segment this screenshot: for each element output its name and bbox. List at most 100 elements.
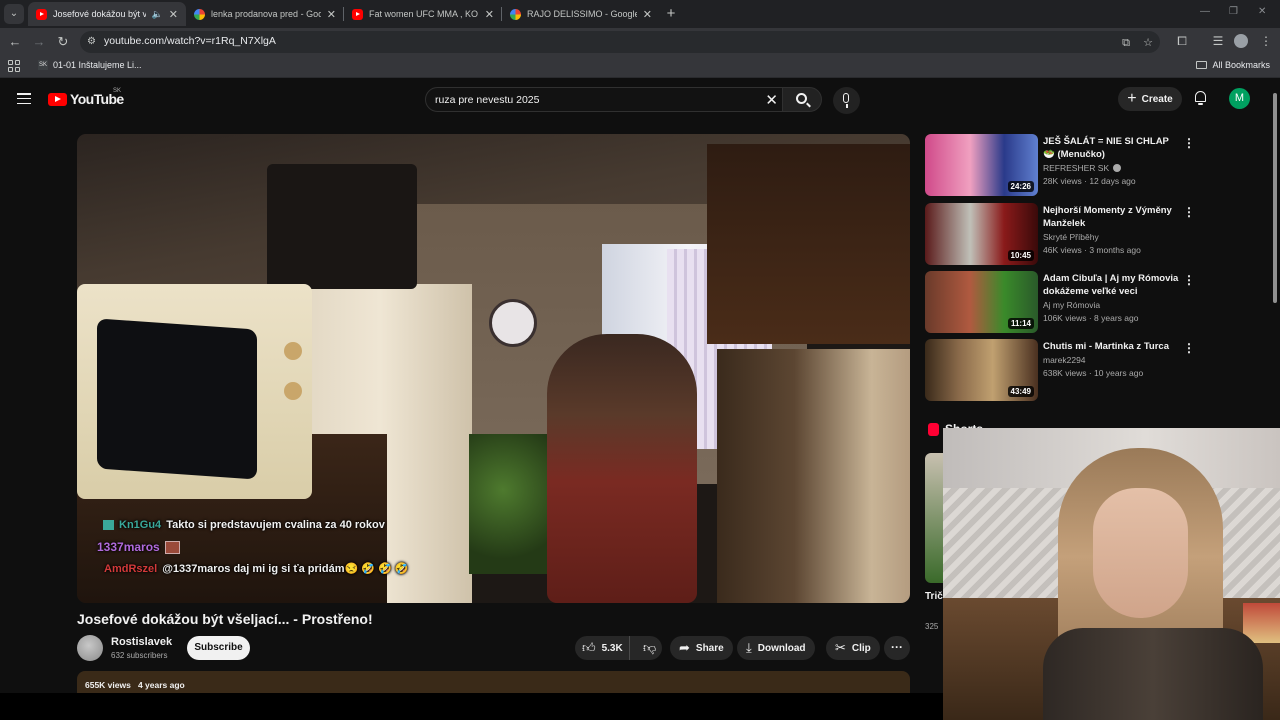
recommended-title[interactable]: Nejhorší Momenty z Výměny Manželek (1043, 204, 1179, 230)
recommended-meta: 638K views · 10 years ago (1043, 368, 1144, 378)
speaker-icon[interactable]: 🔈 (152, 9, 163, 20)
address-bar[interactable]: ⚙ youtube.com/watch?v=r1Rq_N7XlgA ⧉ ☆ (80, 31, 1160, 53)
clip-button[interactable]: ✂ Clip (826, 636, 880, 660)
video-duration: 43:49 (1007, 386, 1034, 397)
bookmark-star-icon[interactable]: ☆ (1141, 36, 1155, 50)
clear-search-icon[interactable]: ✕ (765, 91, 778, 109)
subscribe-button[interactable]: Subscribe (187, 636, 250, 660)
video-thumbnail[interactable]: 10:45 (925, 203, 1038, 265)
back-icon[interactable]: ← (6, 33, 24, 51)
notifications-bell-icon[interactable] (1194, 91, 1207, 105)
create-button[interactable]: + Create (1118, 87, 1182, 111)
chat-username: 1337maros (97, 540, 160, 554)
more-options-icon[interactable]: ⋮ (1183, 136, 1195, 150)
recommended-title[interactable]: Chutis mi - Martinka z Turca (1043, 340, 1179, 353)
video-player[interactable]: Kn1Gu4 Takto si predstavujem cvalina za … (77, 134, 910, 603)
clip-label: Clip (851, 642, 871, 654)
download-button[interactable]: ⤓ Download (737, 636, 815, 660)
bookmark-item[interactable]: SK 01-01 Inštalujeme Li... (38, 60, 142, 70)
chat-message: Kn1Gu4 Takto si predstavujem cvalina za … (103, 519, 385, 531)
folder-icon (1196, 61, 1208, 69)
channel-label: marek2294 (1043, 355, 1086, 365)
rec-views: 46K views (1043, 245, 1082, 255)
thumbs-down-icon: 👎︎ (643, 640, 657, 655)
video-thumbnail[interactable]: 43:49 (925, 339, 1038, 401)
new-tab-button[interactable]: + (662, 5, 680, 23)
tab-label: Fat women UFC MMA , KO d Hit (369, 9, 479, 19)
short-views: 325 (925, 622, 939, 631)
recommended-meta: 28K views · 12 days ago (1043, 176, 1136, 186)
window-close-icon[interactable]: ✕ (1258, 6, 1266, 17)
recommended-meta: 46K views · 3 months ago (1043, 245, 1141, 255)
rec-views: 106K views (1043, 313, 1087, 323)
tab-close-icon[interactable]: ✕ (485, 8, 494, 21)
extensions-icon[interactable]: ⧠ (1174, 33, 1190, 49)
chat-username: AmdRszel (104, 562, 158, 575)
search-button[interactable] (782, 87, 822, 112)
video-thumbnail[interactable]: 11:14 (925, 271, 1038, 333)
hamburger-menu-icon[interactable] (17, 93, 31, 104)
browser-tab-2[interactable]: lenka prodanova pred - Google Search ✕ (186, 2, 344, 26)
recommended-title[interactable]: Adam Cibuľa | Aj my Rómovia dokážeme veľ… (1043, 272, 1179, 298)
profile-icon[interactable] (1234, 34, 1248, 48)
youtube-favicon-icon (352, 8, 363, 20)
share-button[interactable]: ➦ Share (670, 636, 733, 660)
account-avatar[interactable]: M (1229, 88, 1250, 109)
microphone-icon (843, 93, 849, 103)
rec-age: 8 years ago (1094, 313, 1139, 323)
bookmark-label: 01-01 Inštalujeme Li... (53, 60, 142, 70)
view-count: 655K views (85, 680, 131, 690)
site-info-icon[interactable]: ⚙ (87, 36, 99, 48)
download-icon: ⤓ (746, 640, 752, 655)
more-options-icon[interactable]: ⋮ (1183, 341, 1195, 355)
rec-age: 12 days ago (1089, 176, 1136, 186)
youtube-logo[interactable]: YouTube SK (48, 88, 124, 107)
channel-name[interactable]: Rostislavek (111, 636, 172, 648)
recommended-meta: 106K views · 8 years ago (1043, 313, 1139, 323)
more-actions-icon[interactable]: ··· (884, 636, 910, 660)
all-bookmarks-button[interactable]: All Bookmarks (1196, 60, 1270, 70)
rec-age: 10 years ago (1094, 368, 1144, 378)
recommended-video[interactable]: 24:26 JEŠ ŠALÁT = NIE SI CHLAP 🥗 (Menučk… (925, 134, 1210, 198)
recommended-title[interactable]: JEŠ ŠALÁT = NIE SI CHLAP 🥗 (Menučko) (1043, 135, 1179, 161)
browser-menu-icon[interactable]: ⋮ (1258, 33, 1274, 49)
recommended-video[interactable]: 10:45 Nejhorší Momenty z Výměny Manželek… (925, 203, 1210, 267)
browser-tab-1[interactable]: Josefové dokážou být všeljací... - Prost… (28, 2, 186, 26)
tab-close-icon[interactable]: ✕ (169, 8, 178, 21)
video-thumbnail[interactable]: 24:26 (925, 134, 1038, 196)
reload-icon[interactable]: ↻ (54, 33, 72, 51)
browser-tab-4[interactable]: RAJO DELISSIMO - Google Search ✕ (502, 2, 660, 26)
description-box[interactable]: 655K views 4 years ago (77, 671, 910, 693)
chat-text: @1337maros daj mi ig si ťa pridám😒 🤣 🤣 🤣 (162, 563, 409, 575)
browser-tab-3[interactable]: Fat women UFC MMA , KO d Hit ✕ (344, 2, 502, 26)
minimize-icon[interactable]: — (1200, 6, 1210, 17)
recommended-video[interactable]: 11:14 Adam Cibuľa | Aj my Rómovia dokáže… (925, 271, 1210, 335)
rec-age: 3 months ago (1089, 245, 1141, 255)
forward-icon[interactable]: → (30, 33, 48, 51)
all-bookmarks-label: All Bookmarks (1212, 60, 1270, 70)
search-input[interactable]: ruza pre nevestu 2025 ✕ (425, 87, 785, 112)
scissors-icon: ✂ (835, 640, 846, 655)
cast-icon[interactable]: ⧉ (1119, 36, 1133, 50)
tab-close-icon[interactable]: ✕ (327, 8, 336, 21)
apps-grid-icon[interactable] (8, 60, 20, 72)
channel-avatar[interactable] (77, 635, 103, 661)
dislike-button[interactable]: 👎︎ (636, 640, 656, 656)
voice-search-button[interactable] (833, 87, 860, 114)
tab-close-icon[interactable]: ✕ (643, 8, 652, 21)
browser-toolbar: ← → ↻ ⚙ youtube.com/watch?v=r1Rq_N7XlgA … (0, 28, 1280, 56)
restore-icon[interactable]: ❐ (1229, 6, 1238, 17)
short-title[interactable]: Trič #20 (925, 590, 945, 604)
reading-list-icon[interactable]: ☰ (1210, 33, 1226, 49)
thumbs-up-icon: 👍︎ (582, 640, 596, 655)
more-options-icon[interactable]: ⋮ (1183, 205, 1195, 219)
like-button[interactable]: 👍︎ 5.3K (575, 636, 630, 660)
tab-search-button[interactable]: ⌄ (4, 4, 24, 24)
google-favicon-icon (194, 8, 205, 20)
scrollbar-thumb[interactable] (1273, 93, 1277, 303)
recommended-channel: Aj my Rómovia (1043, 300, 1100, 310)
country-code: SK (113, 88, 122, 94)
recommended-video[interactable]: 43:49 Chutis mi - Martinka z Turca marek… (925, 339, 1210, 403)
more-options-icon[interactable]: ⋮ (1183, 273, 1195, 287)
rec-views: 638K views (1043, 368, 1087, 378)
